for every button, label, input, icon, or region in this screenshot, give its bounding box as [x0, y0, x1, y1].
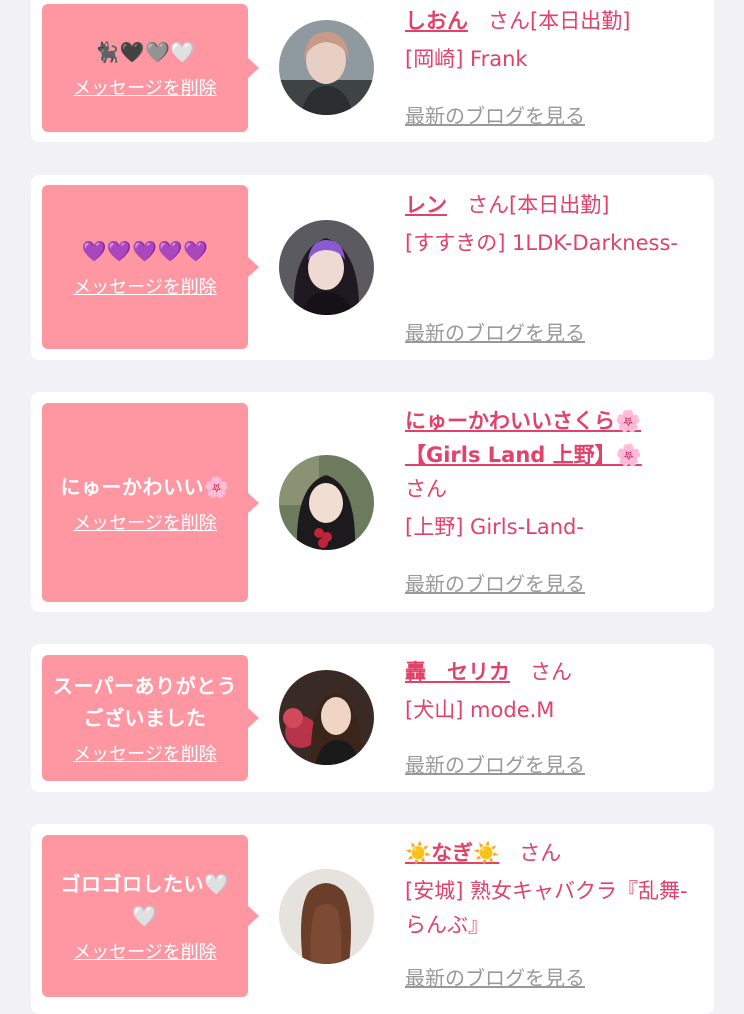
latest-blog-link[interactable]: 最新のブログを見る	[405, 568, 585, 597]
message-bubble: スーパーありがとうございました メッセージを削除	[42, 655, 259, 781]
latest-blog-link[interactable]: 最新のブログを見る	[405, 317, 585, 346]
message-bubble: 🐈‍⬛🖤🩶🤍 メッセージを削除	[42, 4, 259, 132]
message-text: 💜💜💜💜💜	[81, 239, 209, 263]
avatar[interactable]	[279, 869, 374, 964]
message-bubble: 💜💜💜💜💜 メッセージを削除	[42, 185, 259, 349]
message-text: ゴロゴロしたい🤍🤍	[60, 872, 230, 928]
shop-label: [上野] Girls-Land-	[405, 515, 584, 539]
delete-message-link[interactable]: メッセージを削除	[73, 74, 217, 100]
avatar[interactable]	[279, 455, 374, 550]
girl-name-link[interactable]: レン	[405, 193, 447, 217]
girl-name-link[interactable]: にゅーかわいいさくら🌸【Girls Land 上野】🌸	[405, 409, 642, 467]
shop-label: [安城] 熟女キャバクラ『乱舞-らんぶ』	[405, 879, 688, 937]
latest-blog-link[interactable]: 最新のブログを見る	[405, 962, 585, 991]
delete-message-link[interactable]: メッセージを削除	[73, 509, 217, 535]
delete-message-link[interactable]: メッセージを削除	[73, 273, 217, 299]
girl-info: ☀️なぎ☀️ さん [安城] 熟女キャバクラ『乱舞-らんぶ』	[405, 836, 701, 942]
shop-label: [犬山] mode.M	[405, 698, 555, 722]
status-badge: [本日出勤]	[509, 193, 610, 217]
message-card: スーパーありがとうございました メッセージを削除 轟 セリカ さん [犬山] mo…	[31, 644, 714, 792]
message-card: 🐈‍⬛🖤🩶🤍 メッセージを削除 しおん さん[本日出勤] [岡崎] Frank 最…	[31, 0, 714, 142]
honorific: さん	[519, 841, 562, 865]
message-card: にゅーかわいい🌸 メッセージを削除 にゅーかわいいさくら🌸【Girls Land…	[31, 392, 714, 612]
message-bubble: ゴロゴロしたい🤍🤍 メッセージを削除	[42, 835, 259, 997]
message-text: スーパーありがとうございました	[52, 674, 238, 730]
girl-info: 轟 セリカ さん [犬山] mode.M	[405, 655, 701, 727]
avatar-photo-icon	[279, 455, 374, 550]
honorific: さん	[530, 660, 572, 684]
girl-name-link[interactable]: 轟 セリカ	[405, 660, 510, 684]
honorific: さん	[488, 9, 530, 33]
girl-info: しおん さん[本日出勤] [岡崎] Frank	[405, 4, 701, 76]
message-bubble: にゅーかわいい🌸 メッセージを削除	[42, 403, 259, 602]
status-badge: [本日出勤]	[530, 9, 631, 33]
shop-label: [すすきの] 1LDK-Darkness-	[405, 231, 678, 255]
girl-name-link[interactable]: しおん	[405, 9, 468, 33]
avatar-photo-icon	[279, 869, 374, 964]
shop-label: [岡崎] Frank	[405, 47, 528, 71]
delete-message-link[interactable]: メッセージを削除	[73, 740, 217, 766]
girl-info: にゅーかわいいさくら🌸【Girls Land 上野】🌸 さん [上野] Girls…	[405, 404, 701, 544]
latest-blog-link[interactable]: 最新のブログを見る	[405, 749, 585, 778]
honorific: さん	[405, 477, 447, 501]
honorific: さん	[467, 193, 509, 217]
message-card: 💜💜💜💜💜 メッセージを削除 レン さん[本日出勤] [すすきの] 1LDK-Da…	[31, 175, 714, 360]
message-text: にゅーかわいい🌸	[60, 474, 230, 499]
girl-info: レン さん[本日出勤] [すすきの] 1LDK-Darkness-	[405, 188, 701, 260]
message-text: 🐈‍⬛🖤🩶🤍	[94, 40, 196, 64]
latest-blog-link[interactable]: 最新のブログを見る	[405, 100, 585, 129]
avatar[interactable]	[279, 670, 374, 765]
avatar-photo-icon	[279, 670, 374, 765]
delete-message-link[interactable]: メッセージを削除	[73, 938, 217, 964]
avatar[interactable]	[279, 220, 374, 315]
avatar[interactable]	[279, 20, 374, 115]
avatar-photo-icon	[279, 20, 374, 115]
girl-name-link[interactable]: ☀️なぎ☀️	[405, 841, 499, 865]
avatar-photo-icon	[279, 220, 374, 315]
message-card: ゴロゴロしたい🤍🤍 メッセージを削除 ☀️なぎ☀️ さん [安城] 熟女キャバクラ…	[31, 824, 714, 1014]
